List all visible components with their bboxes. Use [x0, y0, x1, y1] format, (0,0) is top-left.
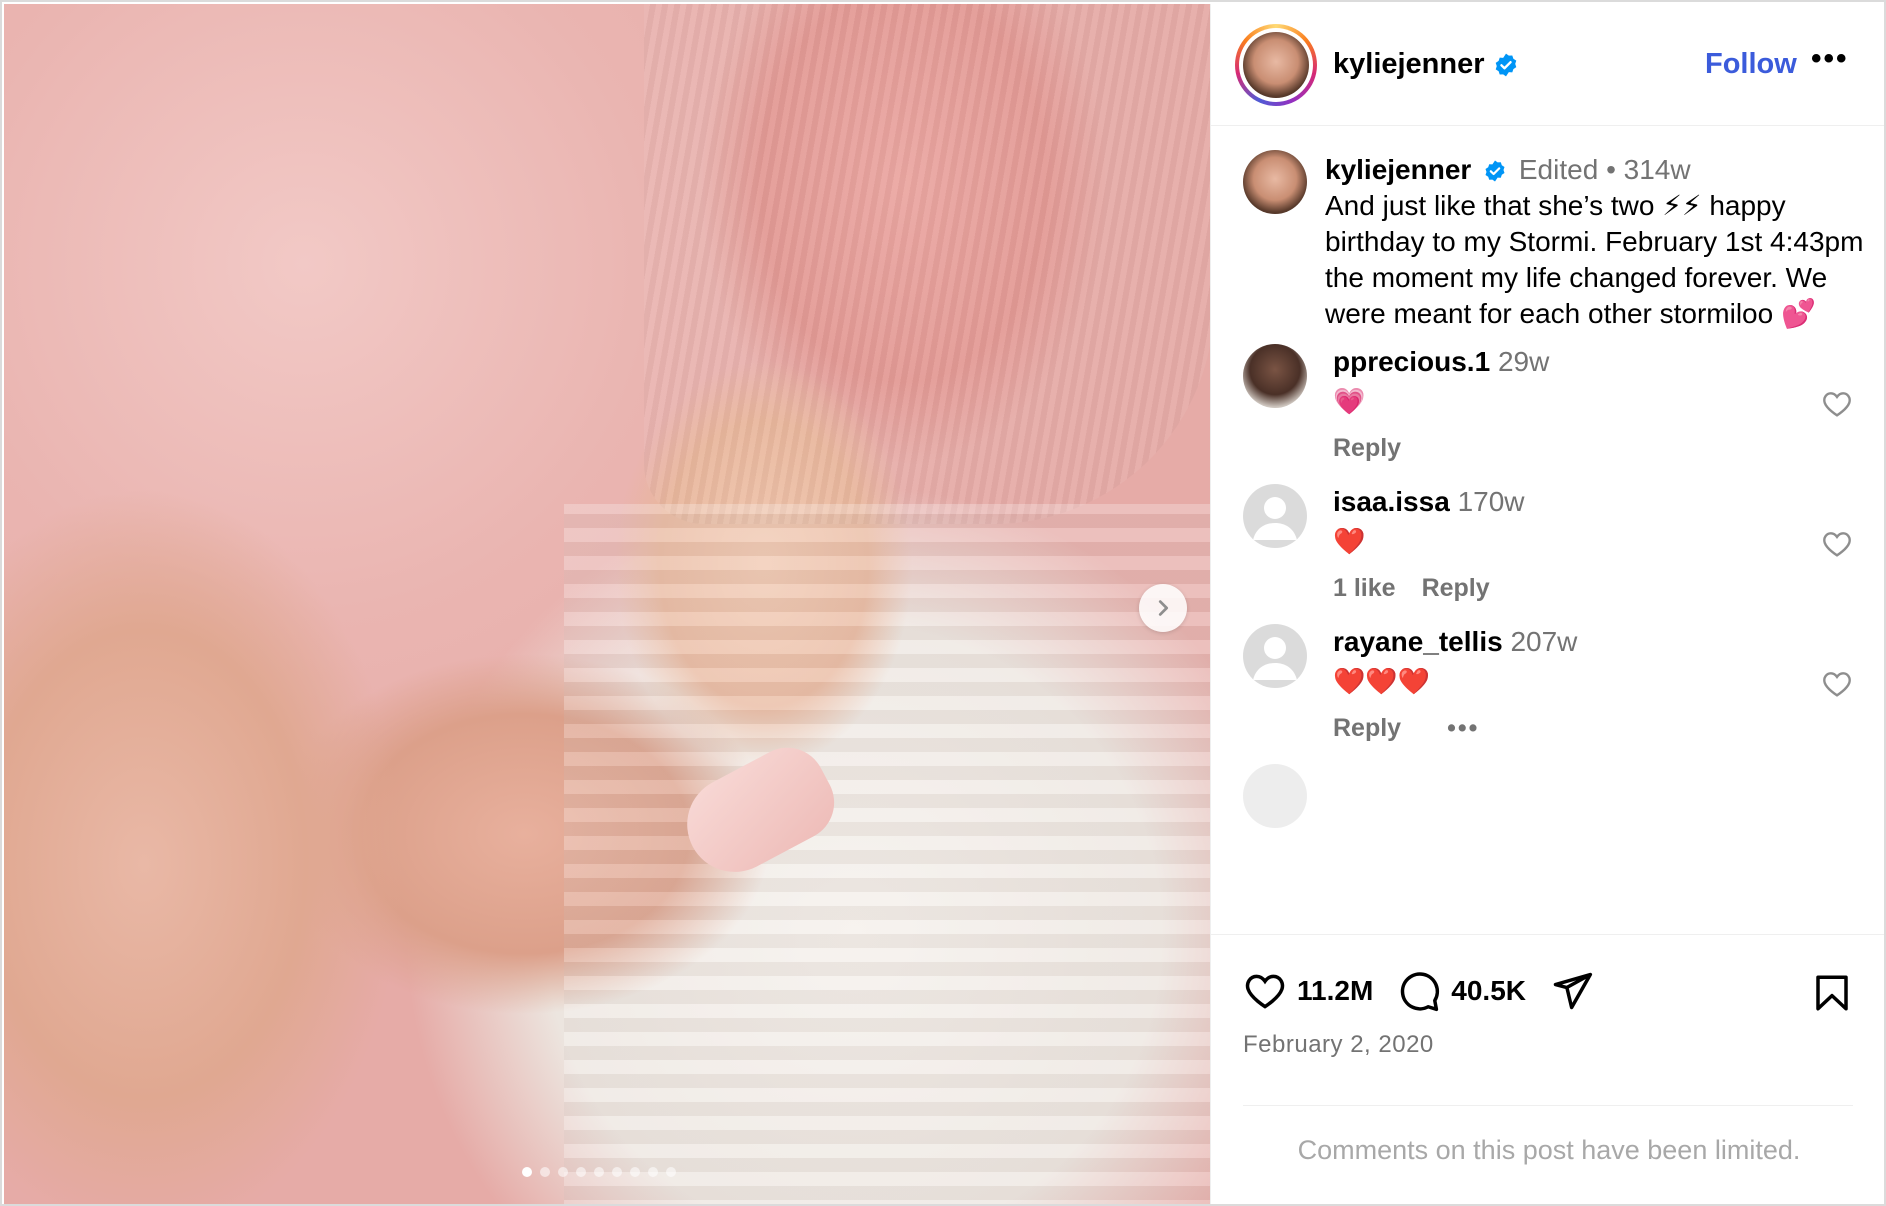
verified-icon: [1495, 53, 1516, 76]
avatar[interactable]: [1243, 344, 1307, 408]
carousel-dot: [540, 1167, 550, 1177]
share-icon[interactable]: [1550, 969, 1594, 1013]
reply-button[interactable]: Reply: [1333, 434, 1401, 463]
heart-icon[interactable]: [1821, 668, 1853, 700]
carousel-dot: [666, 1167, 676, 1177]
caption-time[interactable]: 314w: [1624, 154, 1691, 185]
caption-text: And just like that she’s two ⚡⚡ happy bi…: [1325, 190, 1864, 329]
carousel-dot: [630, 1167, 640, 1177]
blanket-texture: [564, 504, 1210, 1204]
story-ring[interactable]: [1235, 24, 1317, 106]
carousel-dot: [648, 1167, 658, 1177]
reply-button[interactable]: Reply: [1422, 574, 1490, 603]
caption-username[interactable]: kyliejenner: [1325, 154, 1471, 185]
comment-item: pprecious.1 29w 💗 Reply: [1211, 344, 1884, 504]
comment-time: 29w: [1497, 346, 1550, 377]
avatar: [1243, 32, 1309, 98]
caption: kyliejenner Edited • 314w And just like …: [1325, 152, 1865, 332]
post-dialog: kyliejenner Follow ••• kyliejenner Edite…: [0, 0, 1886, 1206]
edited-label: Edited: [1518, 154, 1599, 185]
carousel-dot: [558, 1167, 568, 1177]
comments-scroll[interactable]: kyliejenner Edited • 314w And just like …: [1211, 126, 1884, 934]
heart-icon[interactable]: [1821, 528, 1853, 560]
comment-item: isaa.issa 170w ❤️ 1 like Reply: [1211, 484, 1884, 644]
caption-avatar[interactable]: [1243, 150, 1307, 214]
heart-icon[interactable]: [1243, 969, 1287, 1013]
sleeve-texture: [644, 4, 1210, 524]
comment-more-icon[interactable]: •••: [1447, 714, 1479, 743]
comment-likes[interactable]: 1 like: [1333, 574, 1396, 603]
post-header: kyliejenner Follow •••: [1211, 4, 1884, 126]
meta-separator: •: [1606, 154, 1616, 185]
comment-username[interactable]: pprecious.1: [1333, 346, 1490, 377]
header-username[interactable]: kyliejenner: [1333, 48, 1519, 81]
carousel-dot: [522, 1167, 532, 1177]
carousel-dot: [576, 1167, 586, 1177]
follow-button[interactable]: Follow: [1705, 48, 1797, 81]
avatar[interactable]: [1243, 764, 1307, 828]
more-icon[interactable]: •••: [1811, 42, 1849, 76]
comment-icon[interactable]: [1397, 969, 1441, 1013]
like-count[interactable]: 11.2M: [1297, 975, 1373, 1007]
default-avatar-icon: [1253, 497, 1297, 540]
comment-item-partial: [1211, 764, 1884, 828]
carousel-dot: [594, 1167, 604, 1177]
comment-time: 207w: [1510, 626, 1578, 657]
post-date[interactable]: February 2, 2020: [1243, 1031, 1434, 1059]
chevron-right-icon: [1158, 600, 1169, 616]
default-avatar-icon: [1253, 637, 1297, 680]
comment-username[interactable]: isaa.issa: [1333, 486, 1450, 517]
comment-username[interactable]: rayane_tellis: [1333, 626, 1503, 657]
comment-time: 170w: [1457, 486, 1525, 517]
carousel-dots: [522, 1167, 676, 1177]
comment-count[interactable]: 40.5K: [1451, 975, 1526, 1007]
comment-text: 💗: [1333, 386, 1366, 416]
post-media[interactable]: [4, 4, 1210, 1204]
comments-limited-notice: Comments on this post have been limited.: [1297, 1135, 1801, 1165]
comment-text: ❤️: [1333, 526, 1366, 556]
reply-button[interactable]: Reply: [1333, 714, 1401, 743]
heart-icon[interactable]: [1821, 388, 1853, 420]
divider: [1243, 1105, 1853, 1106]
comment-text: ❤️❤️❤️: [1333, 666, 1431, 696]
bookmark-icon[interactable]: [1811, 971, 1853, 1015]
next-slide-button[interactable]: [1139, 584, 1187, 632]
post-side-panel: kyliejenner Follow ••• kyliejenner Edite…: [1210, 4, 1884, 1204]
avatar[interactable]: [1243, 624, 1307, 688]
comment-item: rayane_tellis 207w ❤️❤️❤️ Reply •••: [1211, 624, 1884, 784]
action-bar: 11.2M 40.5K: [1243, 969, 1618, 1013]
verified-icon: [1485, 160, 1505, 182]
carousel-dot: [612, 1167, 622, 1177]
avatar[interactable]: [1243, 484, 1307, 548]
post-footer: 11.2M 40.5K February 2, 2020 Comments on…: [1211, 934, 1884, 1204]
